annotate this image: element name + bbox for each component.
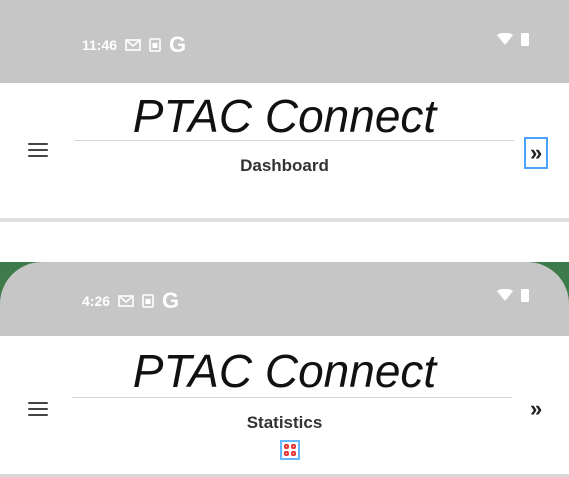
status-bar: 4:26 G [0,262,569,336]
grid-cell [291,444,296,449]
gmail-icon [125,39,141,51]
double-chevron-right-icon: » [530,140,543,165]
battery-icon [521,33,529,46]
hamburger-line [28,155,48,157]
app-header: PTAC Connect Statistics » [0,336,569,477]
grid-cell [284,444,289,449]
wifi-icon [497,289,513,301]
page-subtitle: Dashboard [240,156,329,175]
status-time: 4:26 [82,293,111,309]
app-title: PTAC Connect [132,90,437,142]
app-title: PTAC Connect [132,345,437,397]
status-left-group: 11:46 G [82,32,186,58]
gmail-icon [118,295,134,307]
status-time: 11:46 [82,37,118,53]
title-underline [72,397,512,398]
wifi-icon [497,33,513,45]
next-page-button[interactable]: » [530,398,542,420]
status-right-group [497,32,529,46]
title-underline [74,140,514,141]
hamburger-line [28,149,48,151]
battery-icon [521,289,529,302]
double-chevron-right-icon: » [530,396,543,421]
panel-gap [0,222,569,262]
grid-cell [284,451,289,456]
grid-cell [291,451,296,456]
hamburger-menu-icon [28,143,48,145]
hamburger-line [28,414,48,416]
sim-icon [142,294,154,308]
hamburger-line [28,408,48,410]
next-page-button[interactable]: » [524,137,549,169]
app-header: PTAC Connect Dashboard » [0,83,569,218]
status-bar: 11:46 G [0,0,569,83]
google-icon: G [162,288,180,313]
screenshot-top: 11:46 G PTAC Connect Dashboard » [0,0,569,230]
status-right-group [497,288,529,302]
hamburger-menu-icon [28,402,48,404]
hamburger-menu-button[interactable] [28,139,48,161]
sim-icon [149,38,161,52]
dashboard-grid-icon[interactable] [280,440,300,460]
status-left-group: 4:26 G [82,288,179,314]
google-icon: G [169,32,187,57]
screenshot-bottom: 4:26 G PTAC Connect Statistics » [0,262,569,477]
page-subtitle: Statistics [246,413,323,432]
hamburger-menu-button[interactable] [28,398,48,420]
